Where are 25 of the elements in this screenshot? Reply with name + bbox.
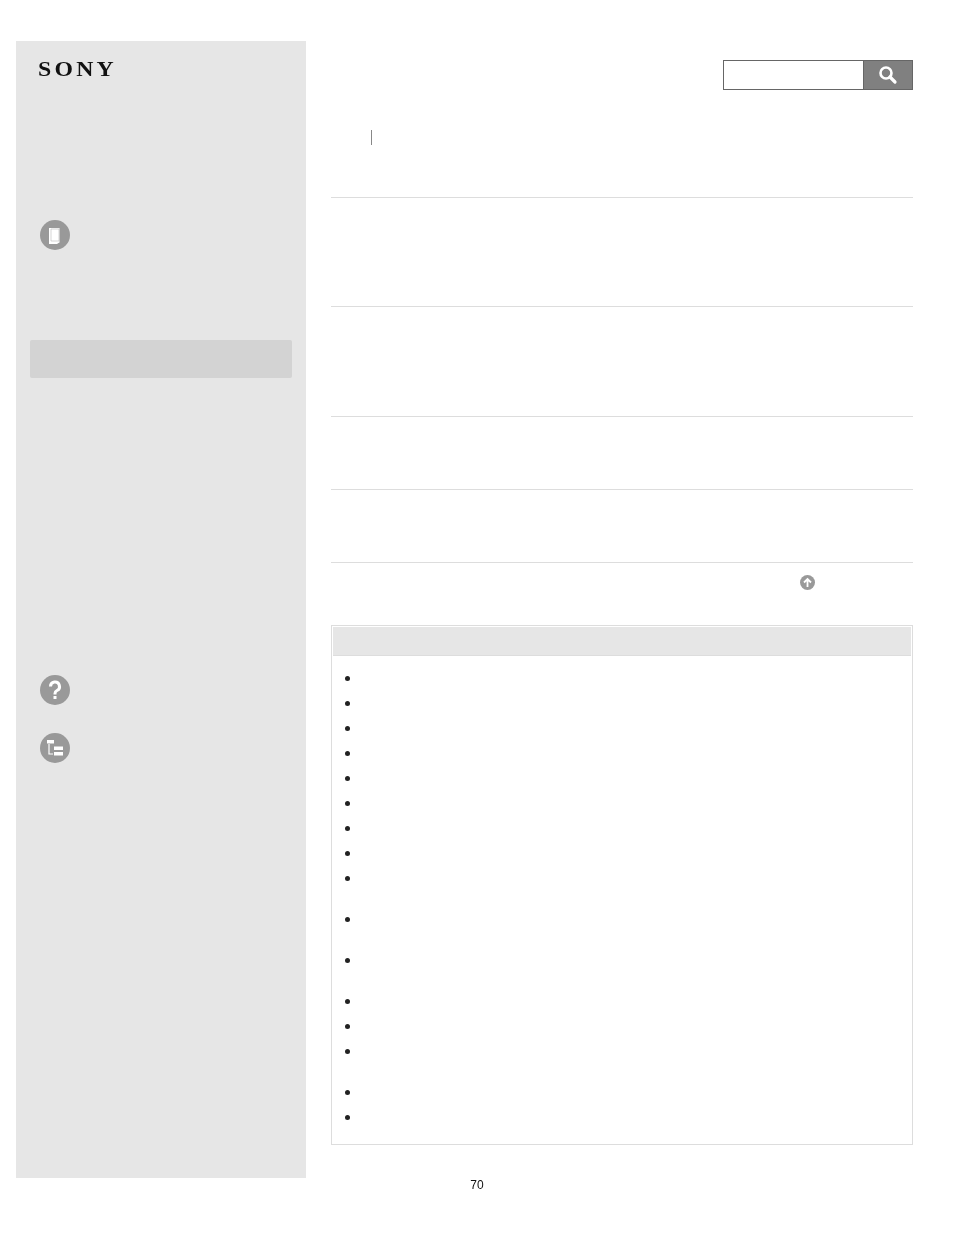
book-icon[interactable] [39, 219, 71, 251]
search-field[interactable] [723, 60, 863, 90]
bullet-icon [345, 958, 350, 963]
bullet-icon [345, 801, 350, 806]
bullet-icon [345, 1115, 350, 1120]
bullet-icon [345, 999, 350, 1004]
bullet-icon [345, 1024, 350, 1029]
bullet-icon [345, 776, 350, 781]
bullet-icon [345, 701, 350, 706]
sony-logo[interactable]: SONY [38, 58, 117, 80]
bullet-icon [345, 676, 350, 681]
bullet-icon [345, 851, 350, 856]
bullet-icon [345, 876, 350, 881]
help-icon[interactable] [39, 674, 71, 706]
bullet-icon [345, 726, 350, 731]
sitemap-icon[interactable] [39, 732, 71, 764]
search-button[interactable] [863, 60, 913, 90]
bullet-icon [345, 1090, 350, 1095]
scroll-up-icon[interactable] [800, 575, 815, 590]
page-number: 70 [470, 1178, 484, 1192]
bullet-icon [345, 1049, 350, 1054]
search-icon [878, 65, 898, 85]
bullet-icon [345, 751, 350, 756]
bullet-icon [345, 826, 350, 831]
bullet-icon [345, 917, 350, 922]
